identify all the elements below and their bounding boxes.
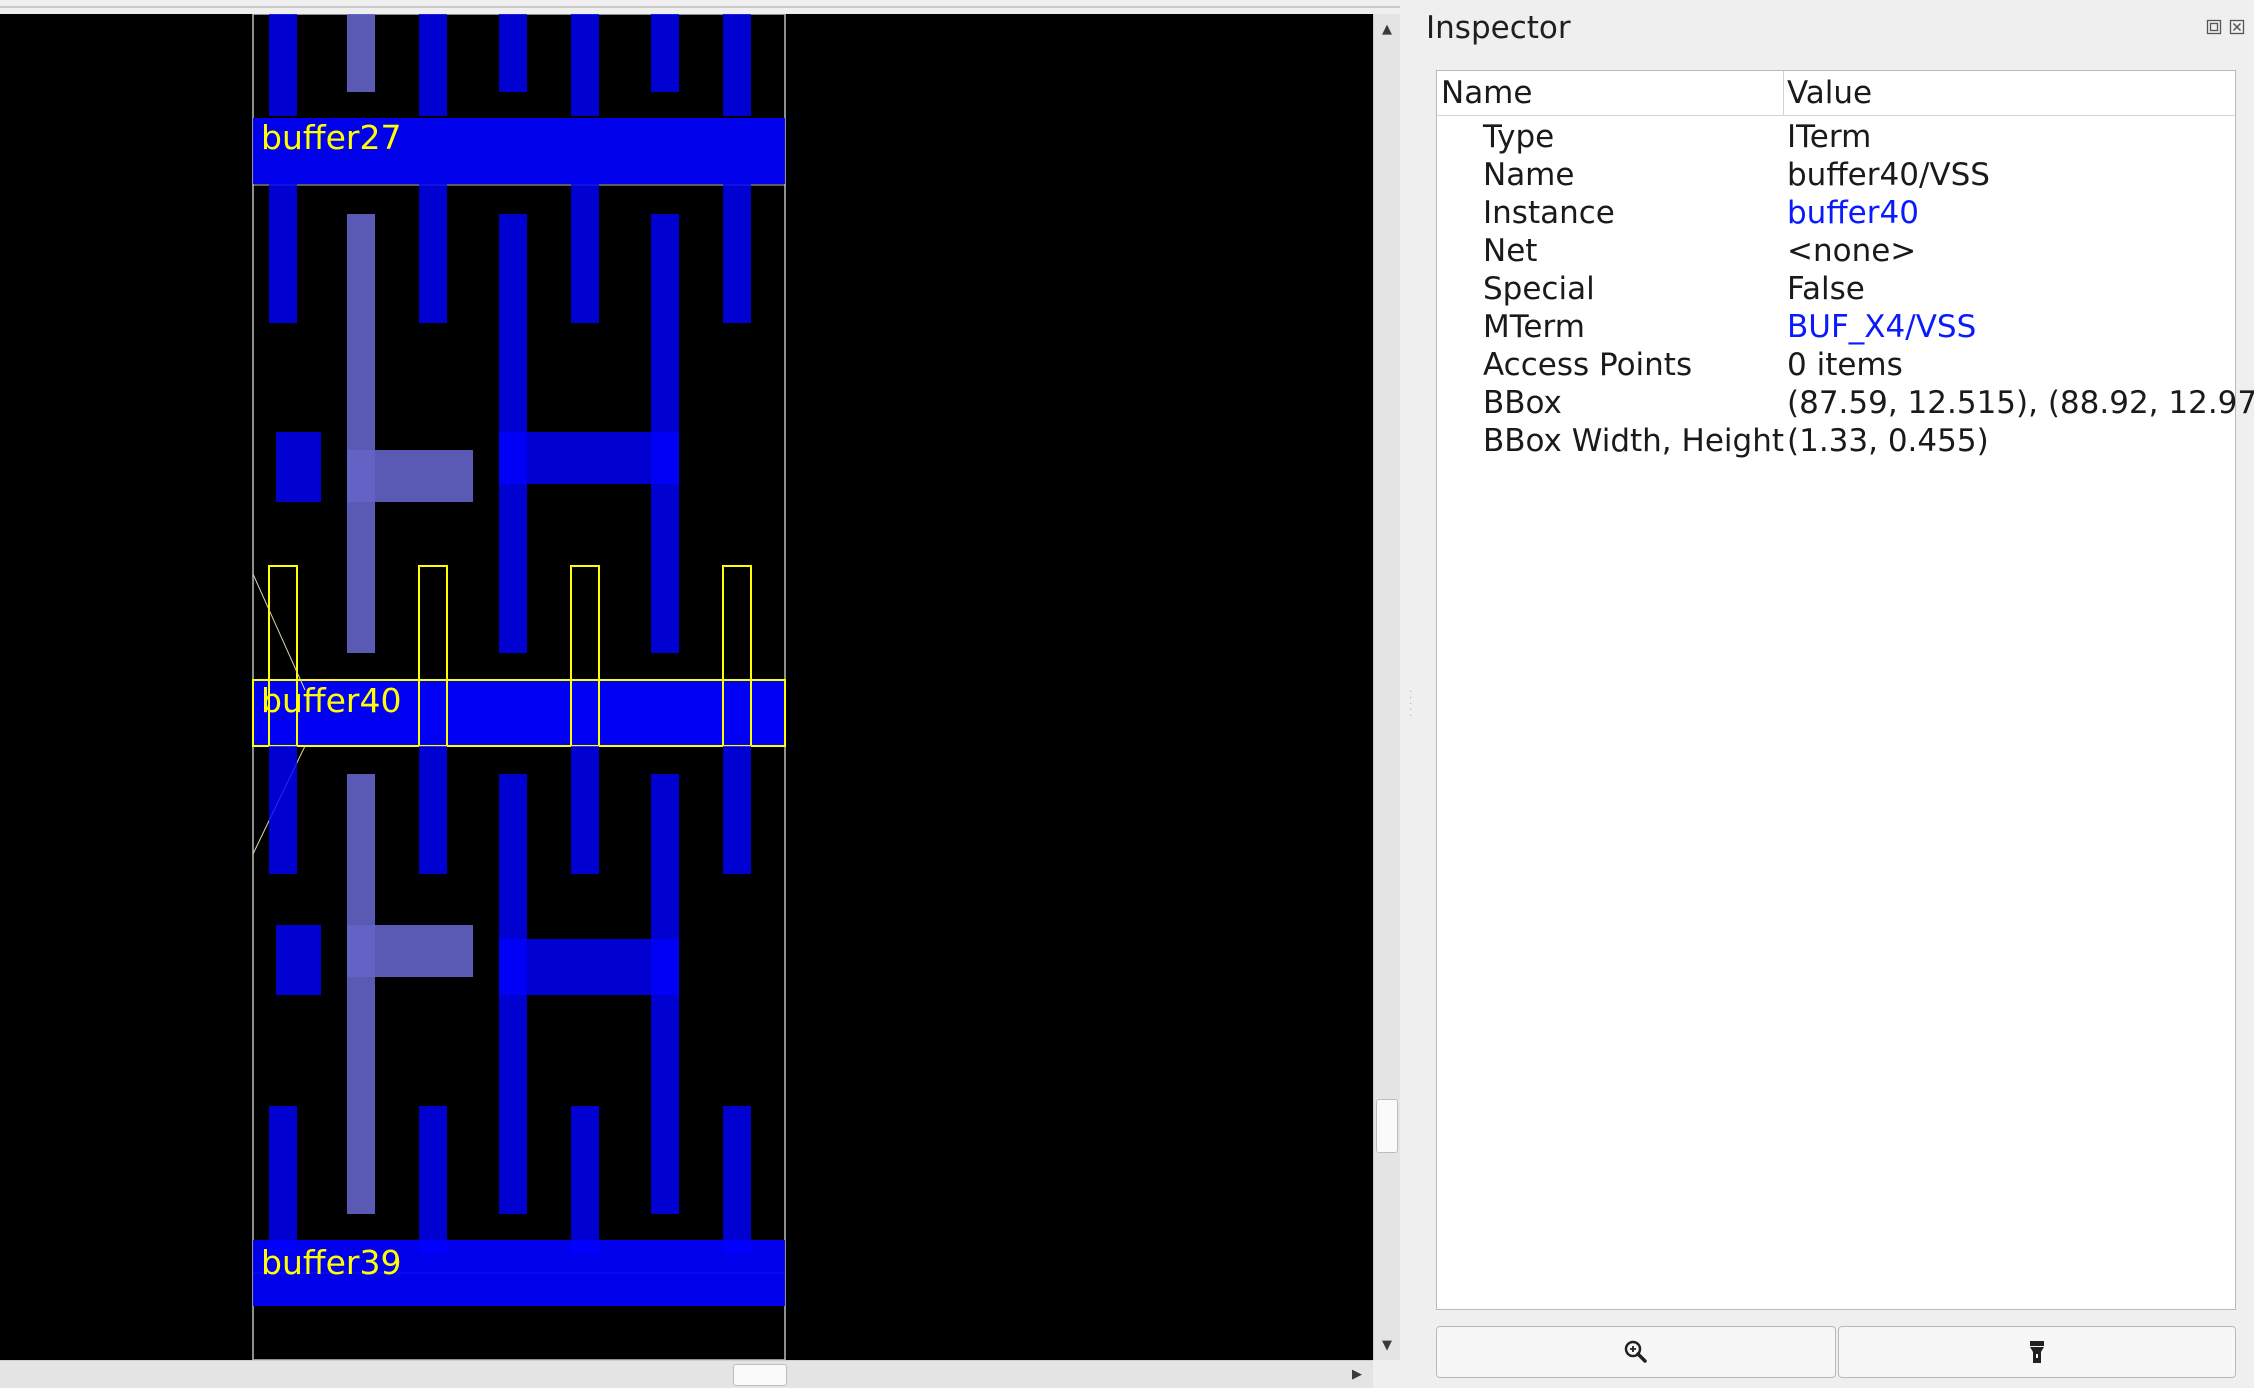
table-row[interactable]: Special False: [1437, 271, 2235, 309]
column-header-name[interactable]: Name: [1441, 75, 1532, 111]
table-row[interactable]: BBox (87.59, 12.515), (88.92, 12.97): [1437, 385, 2254, 423]
mterm-link[interactable]: BUF_X4/VSS: [1787, 309, 1976, 345]
metal-finger: [571, 746, 599, 874]
horizontal-scroll-thumb[interactable]: [733, 1364, 787, 1386]
property-name: BBox Width, Height: [1483, 423, 1784, 459]
metal-strap: [499, 939, 679, 995]
inspector-title: Inspector: [1426, 10, 1571, 46]
table-row[interactable]: BBox Width, Height (1.33, 0.455): [1437, 423, 2235, 461]
metal-finger: [571, 14, 599, 116]
metal-finger: [269, 184, 297, 323]
inspector-dock: Inspector Name Value Type ITerm Name buf…: [1412, 0, 2254, 1388]
table-row[interactable]: Access Points 0 items: [1437, 347, 2235, 385]
horizontal-scrollbar[interactable]: ▶: [0, 1360, 1373, 1388]
table-header: Name Value: [1437, 71, 2235, 116]
zoom-icon: [1624, 1340, 1647, 1363]
poly-finger: [347, 14, 375, 92]
metal-finger: [419, 746, 447, 874]
poly-contact: [347, 925, 473, 977]
metal-finger: [419, 1106, 447, 1254]
property-value: ITerm: [1787, 119, 1872, 155]
vertical-scrollbar[interactable]: ▲ ▼: [1373, 14, 1400, 1360]
property-name: Special: [1483, 271, 1595, 307]
poly-gate: [347, 774, 375, 1214]
metal-finger: [723, 1106, 751, 1254]
property-value: <none>: [1787, 233, 1917, 269]
table-row[interactable]: Instance buffer40: [1437, 195, 2235, 233]
property-name: Name: [1483, 157, 1575, 193]
scroll-right-icon[interactable]: ▶: [1344, 1361, 1370, 1388]
table-row[interactable]: MTerm BUF_X4/VSS: [1437, 309, 2235, 347]
vertical-scroll-thumb[interactable]: [1376, 1099, 1398, 1153]
metal-finger: [723, 14, 751, 116]
property-name: Net: [1483, 233, 1538, 269]
column-header-value[interactable]: Value: [1787, 75, 1872, 111]
metal-finger: [723, 746, 751, 874]
metal-finger: [269, 1106, 297, 1254]
metal-finger: [651, 14, 679, 92]
property-name: BBox: [1483, 385, 1562, 421]
cell-label-buffer39[interactable]: buffer39: [261, 1246, 401, 1279]
layout-canvas[interactable]: buffer27 buffer40 buffer39: [0, 14, 1373, 1360]
property-value: (1.33, 0.455): [1787, 423, 1989, 459]
table-row[interactable]: Type ITerm: [1437, 119, 2235, 157]
property-table[interactable]: Name Value Type ITerm Name buffer40/VSS …: [1436, 70, 2254, 1310]
float-dock-icon[interactable]: [2205, 18, 2223, 36]
highlight-button[interactable]: [1838, 1326, 2236, 1378]
metal-finger: [269, 746, 297, 874]
scroll-down-icon[interactable]: ▼: [1374, 1332, 1400, 1358]
metal-finger: [419, 184, 447, 323]
zoom-to-button[interactable]: [1436, 1326, 1836, 1378]
close-dock-icon[interactable]: [2228, 18, 2246, 36]
property-name: Instance: [1483, 195, 1615, 231]
metal-finger: [571, 184, 599, 323]
header-divider[interactable]: [1783, 71, 1784, 115]
property-value: buffer40/VSS: [1787, 157, 1990, 193]
metal-pad: [276, 925, 321, 995]
flashlight-icon: [2030, 1341, 2044, 1363]
property-value: 0 items: [1787, 347, 1903, 383]
cell-label-buffer40[interactable]: buffer40: [261, 684, 401, 717]
property-value: (87.59, 12.515), (88.92, 12.97): [1787, 385, 2254, 421]
poly-gate: [347, 214, 375, 653]
metal-finger: [419, 14, 447, 116]
layout-drawing[interactable]: [0, 14, 1373, 1360]
table-row[interactable]: Name buffer40/VSS: [1437, 157, 2235, 195]
metal-finger: [269, 14, 297, 116]
table-row[interactable]: Net <none>: [1437, 233, 2235, 271]
poly-contact: [347, 450, 473, 502]
property-name: Access Points: [1483, 347, 1693, 383]
metal-finger: [499, 14, 527, 92]
metal-finger: [723, 184, 751, 323]
instance-link[interactable]: buffer40: [1787, 195, 1919, 231]
cell-label-buffer27[interactable]: buffer27: [261, 121, 401, 154]
scroll-up-icon[interactable]: ▲: [1374, 16, 1400, 42]
metal-strap: [499, 432, 679, 484]
metal-pad: [276, 432, 321, 502]
property-name: MTerm: [1483, 309, 1585, 345]
metal-finger: [571, 1106, 599, 1254]
top-divider: [0, 6, 1400, 8]
layout-view: buffer27 buffer40 buffer39 ▲ ▼ ▶: [0, 0, 1400, 1388]
property-value: False: [1787, 271, 1865, 307]
property-name: Type: [1483, 119, 1555, 155]
